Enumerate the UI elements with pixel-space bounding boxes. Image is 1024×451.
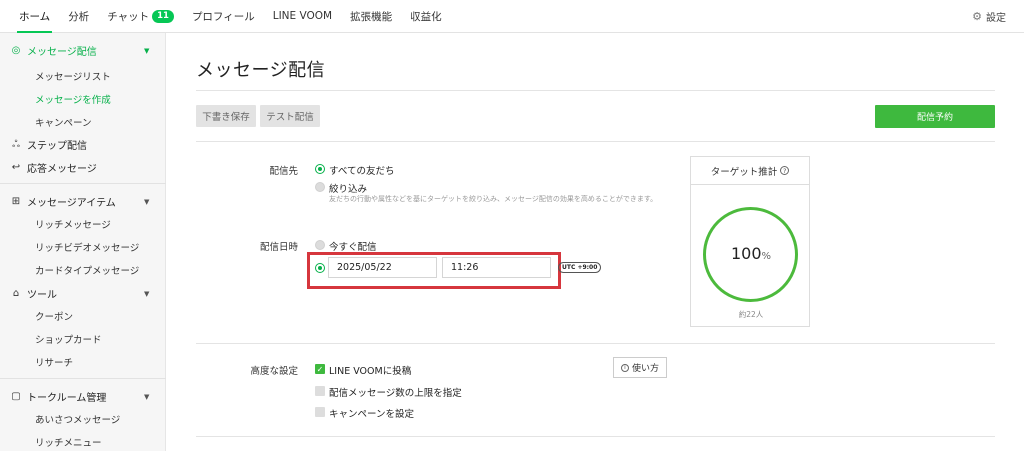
limit-label: 配信メッセージ数の上限を指定 [329,388,462,399]
caret-down-icon: ▼ [144,46,150,55]
divider [196,343,995,344]
caret-down-icon: ▼ [144,392,150,401]
sidebar-sub-shop-card[interactable]: ショップカード [35,332,102,346]
sidebar-item-label: トークルーム管理 [27,393,107,404]
filter-label: 絞り込み [329,184,368,195]
sidebar-sub-rich-menu[interactable]: リッチメニュー [35,435,102,449]
voom-label: LINE VOOMに投稿 [329,366,412,377]
tab-line-voom[interactable]: LINE VOOM [264,0,341,32]
campaign-label: キャンペーンを設定 [329,409,415,420]
target-percent: 100% [691,244,811,263]
send-now-label: 今すぐ配信 [329,242,377,253]
sidebar-item-label: 応答メッセージ [27,164,97,175]
tab-label: 分析 [68,10,90,23]
step-tree-icon: ஃ [12,138,20,150]
advanced-label: 高度な設定 [250,366,298,377]
radio-send-now[interactable] [315,240,325,250]
sidebar-item-chat-room[interactable]: ▢ トークルーム管理 ▼ [0,389,166,404]
settings-label: 設定 [986,12,1006,24]
tab-label: チャット [107,10,150,23]
tab-label: 拡張機能 [350,10,393,23]
target-percent-value: 100 [730,244,762,263]
howto-label: 使い方 [631,364,659,374]
sidebar-sub-greeting[interactable]: あいさつメッセージ [35,412,120,426]
tab-chat[interactable]: チャット 11 [98,0,183,32]
filter-hint: 友だちの行動や属性などを基にターゲットを絞り込み、メッセージ配信の効果を高めるこ… [329,195,658,203]
tab-label: ホーム [19,10,51,23]
divider [0,378,166,379]
sidebar-item-message-items[interactable]: ⊞ メッセージアイテム ▼ [0,194,166,209]
gear-icon: ⚙ [972,9,982,23]
sidebar: ◎ メッセージ配信 ▼ メッセージリスト メッセージを作成 キャンペーン ஃ ス… [0,33,166,451]
tab-analytics[interactable]: 分析 [59,0,98,32]
tab-monetization[interactable]: 収益化 [401,0,451,32]
divider [196,141,995,142]
sidebar-item-auto-reply[interactable]: ↩ 応答メッセージ [0,160,166,175]
checkbox-voom[interactable]: ✓ [315,364,325,374]
tab-label: LINE VOOM [272,10,333,22]
sidebar-item-label: ステップ配信 [27,141,87,152]
checkbox-limit[interactable] [315,386,325,396]
target-percent-unit: % [761,251,772,262]
radio-all-friends[interactable] [315,164,325,174]
tab-label: 収益化 [410,10,442,23]
store-icon: ⌂ [12,288,20,299]
save-draft-button[interactable]: 下書き保存 [196,105,256,127]
sidebar-item-step-delivery[interactable]: ஃ ステップ配信 [0,137,166,153]
schedule-label: 配信日時 [259,242,298,253]
info-icon: i [620,363,629,372]
recipients-label: 配信先 [269,166,298,177]
sidebar-item-message-delivery[interactable]: ◎ メッセージ配信 ▼ [0,43,166,58]
main-content: メッセージ配信 下書き保存 テスト配信 配信予約 配信先 すべての友だち 絞り込… [166,33,1024,451]
tab-home[interactable]: ホーム [10,0,59,33]
divider [196,436,995,437]
plus-box-icon: ⊞ [11,196,21,207]
sidebar-sub-rich-message[interactable]: リッチメッセージ [35,217,111,231]
top-nav: ホーム 分析 チャット 11 プロフィール LINE VOOM 拡張機能 収益化 … [0,0,1024,33]
settings-button[interactable]: ⚙ 設定 [972,0,1024,32]
tab-extensions[interactable]: 拡張機能 [341,0,401,32]
sidebar-sub-rich-video[interactable]: リッチビデオメッセージ [35,240,139,254]
sidebar-sub-card-type[interactable]: カードタイプメッセージ [35,263,139,277]
divider [196,90,995,91]
target-estimate-title: ターゲット推計 [710,166,778,178]
all-friends-label: すべての友だち [329,166,395,177]
timezone-pill: UTC +9:00 [558,262,602,273]
checkbox-campaign[interactable] [315,407,325,417]
time-input[interactable]: 11:26 [442,257,551,278]
sidebar-sub-campaign[interactable]: キャンペーン [35,115,92,129]
sidebar-sub-message-list[interactable]: メッセージリスト [35,69,111,83]
divider [0,183,166,184]
help-icon[interactable]: ? [780,166,790,175]
schedule-button[interactable]: 配信予約 [875,105,995,128]
sidebar-sub-coupon[interactable]: クーポン [35,309,73,323]
broadcast-icon: ◎ [11,45,21,56]
chat-room-icon: ▢ [11,391,21,402]
test-send-button[interactable]: テスト配信 [260,105,320,127]
radio-scheduled[interactable] [315,263,325,273]
caret-down-icon: ▼ [144,289,150,298]
tab-profile[interactable]: プロフィール [183,0,264,32]
radio-filter[interactable] [315,182,325,192]
sidebar-sub-create-message[interactable]: メッセージを作成 [35,92,111,106]
unread-badge: 11 [152,9,174,23]
caret-down-icon: ▼ [144,197,150,206]
target-estimate-header: ターゲット推計 ? [691,157,809,185]
target-estimate-card: ターゲット推計 ? 100% 約22人 [690,156,810,327]
sidebar-sub-research[interactable]: リサーチ [35,355,73,369]
date-input[interactable]: 2025/05/22 [328,257,437,278]
reply-icon: ↩ [11,162,21,173]
sidebar-item-label: メッセージアイテム [27,198,116,209]
sidebar-item-tools[interactable]: ⌂ ツール ▼ [0,286,166,301]
page-title: メッセージ配信 [196,60,326,81]
tab-label: プロフィール [191,10,255,23]
sidebar-item-label: メッセージ配信 [27,47,97,58]
sidebar-item-label: ツール [27,290,57,301]
howto-button[interactable]: i 使い方 [613,357,667,378]
target-approx-count: 約22人 [738,310,764,319]
